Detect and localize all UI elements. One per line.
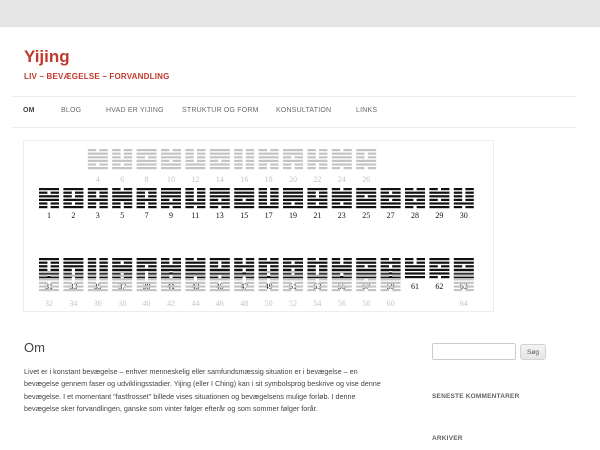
- hexagram-label-5: 5: [120, 211, 124, 220]
- main-navigation: OM BLOG HVAD ER YIJING STRUKTUR OG FORM …: [12, 96, 576, 128]
- hexagram-label-61: 61: [411, 282, 419, 291]
- widget-title-archives: ARKIVER: [432, 435, 463, 442]
- nav-item-hvad-er-yijing[interactable]: HVAD ER YIJING: [106, 107, 164, 114]
- page: Yijing LIV – BEVÆGELSE – FORVANDLING OM …: [0, 27, 600, 450]
- hexagram-label-46: 46: [216, 299, 224, 308]
- nav-item-struktur-og-form[interactable]: STRUKTUR OG FORM: [182, 107, 259, 114]
- hexagram-1: [39, 188, 59, 209]
- hexagram-label-19: 19: [289, 211, 297, 220]
- nav-item-om[interactable]: OM: [23, 107, 35, 114]
- hexagram-22: [307, 149, 328, 170]
- hexagram-label-6: 6: [120, 175, 124, 184]
- hexagram-label-32: 32: [45, 299, 53, 308]
- hexagram-17: [258, 188, 279, 209]
- hexagram-label-56: 56: [338, 299, 346, 308]
- hexagram-10: [161, 149, 181, 170]
- hexagram-label-30: 30: [460, 211, 468, 220]
- hexagram-label-3: 3: [96, 211, 100, 220]
- hexagram-label-18: 18: [265, 175, 273, 184]
- hexagram-label-28: 28: [411, 211, 419, 220]
- hexagram-label-7: 7: [145, 211, 149, 220]
- hexagram-62: [429, 258, 450, 279]
- hexagram-61: [405, 258, 425, 279]
- hexagram-16: [234, 149, 255, 170]
- hexagram-label-20: 20: [289, 175, 297, 184]
- hexagram-label-58: 58: [362, 299, 370, 308]
- hexagram-30: [453, 188, 474, 209]
- hexagram-label-52: 52: [289, 299, 297, 308]
- hexagram-29: [429, 188, 450, 209]
- hexagram-11: [185, 188, 206, 209]
- hexagram-14: [209, 149, 230, 170]
- hexagram-7: [136, 188, 157, 209]
- hexagram-label-29: 29: [435, 211, 443, 220]
- hexagram-20: [283, 149, 303, 170]
- hexagram-label-22: 22: [313, 175, 321, 184]
- hexagram-label-8: 8: [145, 175, 149, 184]
- hexagram-label-44: 44: [191, 299, 199, 308]
- hexagram-3: [87, 188, 108, 209]
- hexagram-label-4: 4: [96, 175, 100, 184]
- hexagram-label-9: 9: [169, 211, 173, 220]
- nav-item-konsultation[interactable]: KONSULTATION: [276, 107, 331, 114]
- hexagram-15: [234, 188, 255, 209]
- hexagram-label-16: 16: [240, 175, 248, 184]
- hexagram-9: [161, 188, 181, 209]
- hexagram-label-24: 24: [338, 175, 346, 184]
- hexagram-chart: 4 6 8 10 12 14 16 18 20 22 24 261 2 3 5 7 9 11 13 15 17 19 21 2…: [39, 149, 474, 308]
- hexagram-label-62: 62: [435, 282, 443, 291]
- hexagram-label-42: 42: [167, 299, 175, 308]
- hexagram-19: [283, 188, 303, 209]
- hexagram-8: [136, 149, 157, 170]
- hexagram-label-21: 21: [313, 211, 321, 220]
- hexagram-label-38: 38: [118, 299, 126, 308]
- hexagram-2: [63, 188, 84, 209]
- hexagram-label-36: 36: [94, 299, 102, 308]
- hexagram-26: [356, 149, 377, 170]
- hexagram-label-10: 10: [167, 175, 175, 184]
- hexagram-label-34: 34: [69, 299, 77, 308]
- hexagram-banner: 4 6 8 10 12 14 16 18 20 22 24 26 1 2 3 5 7 9 11 13 15 17 19 21 2…: [23, 140, 494, 312]
- search-button[interactable]: Søg: [520, 344, 546, 360]
- hexagram-label-60: 60: [387, 299, 395, 308]
- hexagram-18: [258, 149, 279, 170]
- hexagram-label-27: 27: [387, 211, 395, 220]
- entry-content: Livet er i konstant bevægelse – enhver m…: [24, 367, 381, 413]
- hexagram-label-40: 40: [143, 299, 151, 308]
- nav-item-blog[interactable]: BLOG: [61, 107, 81, 114]
- hexagram-label-23: 23: [338, 211, 346, 220]
- hexagram-5: [112, 188, 133, 209]
- hexagram-6: [112, 149, 133, 170]
- hexagram-label-48: 48: [240, 299, 248, 308]
- hexagram-label-50: 50: [265, 299, 273, 308]
- hexagram-label-64: 64: [460, 299, 468, 308]
- hexagram-label-11: 11: [192, 211, 200, 220]
- hexagram-label-54: 54: [313, 299, 321, 308]
- nav-item-links[interactable]: LINKS: [356, 107, 377, 114]
- hexagram-12: [185, 149, 206, 170]
- hexagram-28: [405, 188, 425, 209]
- hexagram-label-17: 17: [265, 211, 273, 220]
- hexagram-label-13: 13: [216, 211, 224, 220]
- hexagram-25: [356, 188, 377, 209]
- hexagram-label-1: 1: [47, 211, 51, 220]
- hexagram-label-15: 15: [240, 211, 248, 220]
- hexagram-4: [87, 149, 108, 170]
- search-input[interactable]: [432, 343, 516, 360]
- hexagram-label-25: 25: [362, 211, 370, 220]
- hexagram-24: [331, 149, 352, 170]
- hexagram-label-26: 26: [362, 175, 370, 184]
- hexagram-label-14: 14: [216, 175, 224, 184]
- hexagram-21: [307, 188, 328, 209]
- widget-title-recent-comments: SENESTE KOMMENTARER: [432, 393, 520, 400]
- hexagram-label-2: 2: [71, 211, 75, 220]
- hexagram-13: [209, 188, 230, 209]
- site-tagline: LIV – BEVÆGELSE – FORVANDLING: [24, 72, 170, 81]
- entry-title: Om: [24, 340, 45, 355]
- site-title[interactable]: Yijing: [24, 47, 70, 67]
- hexagram-label-12: 12: [191, 175, 199, 184]
- hexagram-23: [331, 188, 352, 209]
- hexagram-27: [380, 188, 401, 209]
